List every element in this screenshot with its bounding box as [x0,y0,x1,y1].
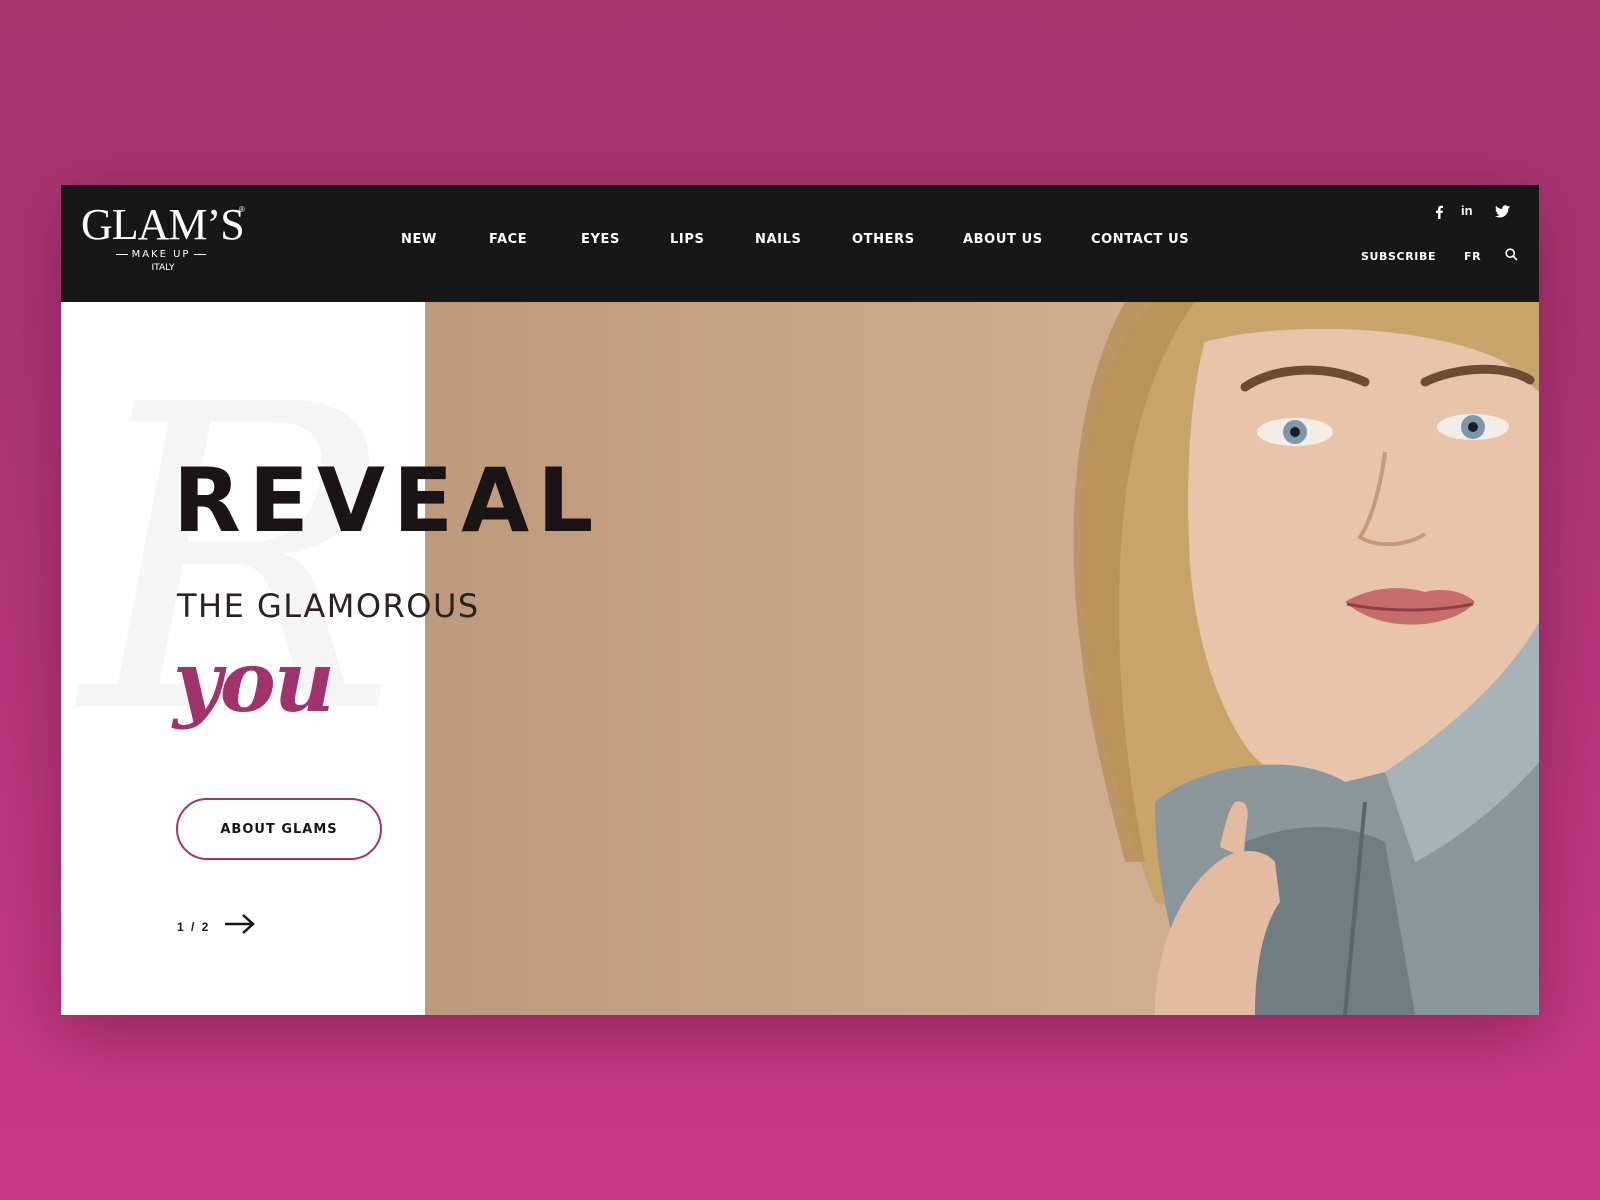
subscribe-link[interactable]: SUBSCRIBE [1361,250,1436,263]
brand-subtitle: MAKE UP [101,249,221,260]
nav-item-nails[interactable]: NAILS [755,232,801,247]
slide-pager: 1 / 2 [177,920,211,934]
facebook-glyph [1436,205,1443,219]
nav-item-new[interactable]: NEW [401,232,437,247]
about-glams-button[interactable]: ABOUT GLAMS [176,798,382,860]
model-illustration [1073,302,1539,1015]
registered-mark: ® [239,205,245,214]
facebook-icon[interactable] [1434,205,1444,222]
search-glyph [1505,248,1518,261]
twitter-icon[interactable] [1495,205,1510,221]
nav-item-others[interactable]: OTHERS [852,232,915,247]
website-frame: GLAM’S ® MAKE UP ITALY NEW FACE EYES LIP… [61,185,1539,1015]
hero-section: R REVEAL THE GLAMOROUS you ABOUT GLAMS 1… [61,302,1539,1015]
linkedin-icon[interactable]: in [1461,203,1473,218]
language-switch[interactable]: FR [1464,250,1481,263]
nav-item-eyes[interactable]: EYES [581,232,620,247]
arrow-right-glyph [225,914,255,934]
nav-item-about-us[interactable]: ABOUT US [963,232,1043,247]
hero-headline: REVEAL [173,449,602,552]
site-header: GLAM’S ® MAKE UP ITALY NEW FACE EYES LIP… [61,185,1539,302]
nav-item-face[interactable]: FACE [489,232,527,247]
twitter-glyph [1495,205,1510,218]
left-pupil [1290,427,1300,437]
search-icon[interactable] [1505,248,1518,264]
arrow-right-icon[interactable] [223,912,257,936]
hero-script-word: you [173,632,335,731]
brand-country: ITALY [151,263,175,273]
brand-name: GLAM’S [81,200,245,249]
right-pupil [1468,422,1478,432]
nav-item-lips[interactable]: LIPS [670,232,704,247]
brand-logo[interactable]: GLAM’S ® MAKE UP ITALY [81,200,251,274]
hero-subheadline: THE GLAMOROUS [177,587,480,625]
hero-photo [425,302,1539,1015]
nav-item-contact-us[interactable]: CONTACT US [1091,232,1189,247]
